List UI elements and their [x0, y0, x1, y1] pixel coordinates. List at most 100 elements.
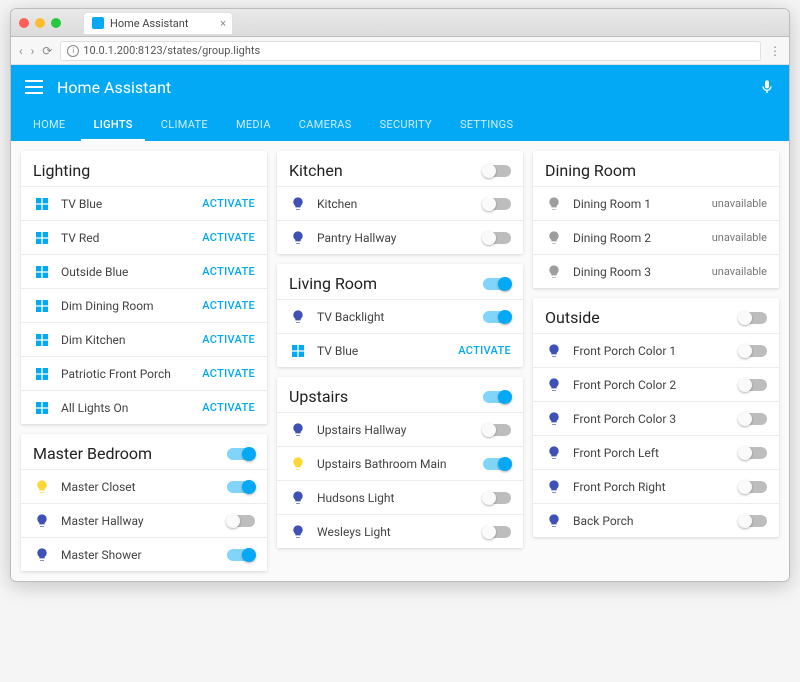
group-toggle[interactable] [227, 448, 255, 460]
card-lighting: Lighting TV BlueACTIVATE TV RedACTIVATE … [21, 151, 267, 424]
light-row[interactable]: Front Porch Color 2 [533, 367, 779, 401]
status-unavailable: unavailable [712, 197, 767, 210]
light-toggle[interactable] [739, 413, 767, 425]
voice-icon[interactable] [759, 79, 775, 95]
activate-button[interactable]: ACTIVATE [458, 344, 511, 357]
light-toggle[interactable] [483, 311, 511, 323]
tab-security[interactable]: SECURITY [368, 109, 444, 141]
light-row[interactable]: Dining Room 3unavailable [533, 254, 779, 288]
scene-icon [33, 263, 51, 281]
light-toggle[interactable] [483, 492, 511, 504]
bulb-icon [33, 478, 51, 496]
scene-row[interactable]: All Lights OnACTIVATE [21, 390, 267, 424]
scene-row[interactable]: Dim KitchenACTIVATE [21, 322, 267, 356]
row-label: Front Porch Left [573, 446, 729, 460]
scene-row[interactable]: Dim Dining Room ACTIVATE [21, 288, 267, 322]
light-toggle[interactable] [739, 515, 767, 527]
card-title: Living Room [289, 274, 377, 293]
tab-cameras[interactable]: CAMERAS [287, 109, 364, 141]
bulb-icon [545, 478, 563, 496]
tab-media[interactable]: MEDIA [224, 109, 283, 141]
bulb-icon [545, 195, 563, 213]
app-header: Home Assistant HOME LIGHTS CLIMATE MEDIA… [11, 65, 789, 141]
light-toggle[interactable] [483, 232, 511, 244]
browser-menu-icon[interactable]: ⋮ [769, 44, 781, 58]
light-row[interactable]: Front Porch Color 3 [533, 401, 779, 435]
light-row[interactable]: TV Backlight [277, 299, 523, 333]
light-row[interactable]: Front Porch Left [533, 435, 779, 469]
group-toggle[interactable] [483, 165, 511, 177]
row-label: Front Porch Color 2 [573, 378, 729, 392]
light-row[interactable]: Kitchen [277, 186, 523, 220]
scene-row[interactable]: Patriotic Front PorchACTIVATE [21, 356, 267, 390]
tab-home[interactable]: HOME [21, 109, 77, 141]
url-input[interactable]: i 10.0.1.200:8123/states/group.lights [60, 41, 761, 61]
light-row[interactable]: Back Porch [533, 503, 779, 537]
light-row[interactable]: Front Porch Right [533, 469, 779, 503]
row-label: Outside Blue [61, 265, 192, 279]
light-toggle[interactable] [483, 458, 511, 470]
back-icon[interactable]: ‹ [19, 44, 23, 58]
light-row[interactable]: Wesleys Light [277, 514, 523, 548]
light-toggle[interactable] [227, 481, 255, 493]
row-label: Hudsons Light [317, 491, 473, 505]
light-toggle[interactable] [227, 549, 255, 561]
light-toggle[interactable] [739, 481, 767, 493]
scene-row[interactable]: TV Red ACTIVATE [21, 220, 267, 254]
window-close-icon[interactable] [19, 18, 29, 28]
light-row[interactable]: Dining Room 1unavailable [533, 186, 779, 220]
site-info-icon[interactable]: i [67, 45, 79, 57]
bulb-icon [289, 489, 307, 507]
light-row[interactable]: Upstairs Bathroom Main [277, 446, 523, 480]
app-title: Home Assistant [57, 78, 171, 97]
light-toggle[interactable] [483, 198, 511, 210]
scene-row[interactable]: TV BlueACTIVATE [277, 333, 523, 367]
light-toggle[interactable] [483, 526, 511, 538]
light-row[interactable]: Front Porch Color 1 [533, 333, 779, 367]
bulb-icon [289, 229, 307, 247]
scene-row[interactable]: TV BlueACTIVATE [21, 186, 267, 220]
light-row[interactable]: Master Shower [21, 537, 267, 571]
scene-row[interactable]: Outside Blue ACTIVATE [21, 254, 267, 288]
activate-button[interactable]: ACTIVATE [202, 231, 255, 244]
group-toggle[interactable] [739, 312, 767, 324]
forward-icon[interactable]: › [31, 44, 35, 58]
favicon-icon [92, 17, 104, 29]
card-title: Lighting [33, 161, 90, 180]
light-row[interactable]: Dining Room 2unavailable [533, 220, 779, 254]
tab-lights[interactable]: LIGHTS [81, 109, 144, 141]
light-row[interactable]: Master Hallway [21, 503, 267, 537]
light-toggle[interactable] [739, 447, 767, 459]
bulb-icon [289, 195, 307, 213]
activate-button[interactable]: ACTIVATE [202, 197, 255, 210]
group-toggle[interactable] [483, 278, 511, 290]
scene-icon [33, 229, 51, 247]
browser-tab[interactable]: Home Assistant × [83, 12, 233, 34]
menu-icon[interactable] [25, 80, 43, 94]
activate-button[interactable]: ACTIVATE [202, 401, 255, 414]
light-row[interactable]: Hudsons Light [277, 480, 523, 514]
card-title: Dining Room [545, 161, 636, 180]
bulb-icon [545, 444, 563, 462]
light-toggle[interactable] [739, 379, 767, 391]
activate-button[interactable]: ACTIVATE [202, 299, 255, 312]
activate-button[interactable]: ACTIVATE [202, 265, 255, 278]
light-row[interactable]: Upstairs Hallway [277, 412, 523, 446]
tab-climate[interactable]: CLIMATE [149, 109, 220, 141]
light-row[interactable]: Master Closet [21, 469, 267, 503]
activate-button[interactable]: ACTIVATE [202, 333, 255, 346]
light-toggle[interactable] [227, 515, 255, 527]
light-toggle[interactable] [483, 424, 511, 436]
window-max-icon[interactable] [51, 18, 61, 28]
row-label: Kitchen [317, 197, 473, 211]
light-row[interactable]: Pantry Hallway [277, 220, 523, 254]
light-toggle[interactable] [739, 345, 767, 357]
row-label: Dim Dining Room [61, 299, 192, 313]
reload-icon[interactable]: ⟳ [42, 44, 52, 58]
tab-settings[interactable]: SETTINGS [448, 109, 525, 141]
group-toggle[interactable] [483, 391, 511, 403]
row-label: TV Red [61, 231, 192, 245]
window-min-icon[interactable] [35, 18, 45, 28]
close-tab-icon[interactable]: × [220, 17, 226, 30]
activate-button[interactable]: ACTIVATE [202, 367, 255, 380]
